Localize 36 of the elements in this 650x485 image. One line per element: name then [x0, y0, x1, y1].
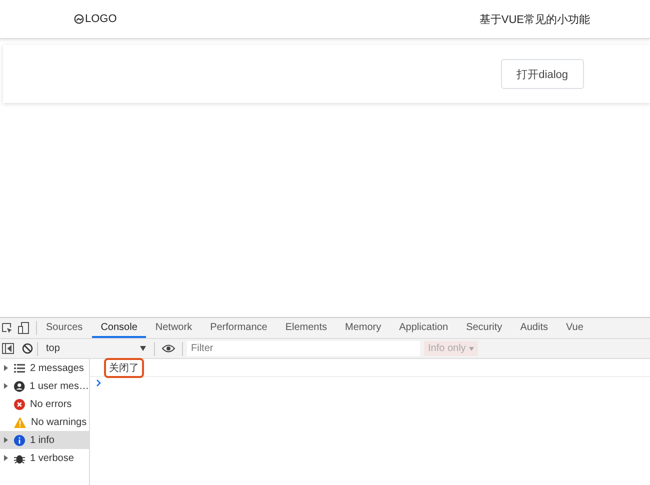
device-icon[interactable] — [18, 322, 29, 334]
prompt-icon[interactable] — [96, 379, 102, 387]
devtools-tab[interactable]: Performance — [201, 318, 276, 338]
open-dialog-button[interactable]: 打开dialog — [500, 59, 584, 89]
devtools-tab[interactable]: Audits — [511, 318, 557, 338]
error-icon — [14, 398, 25, 410]
sidebar-item[interactable]: No warnings — [0, 413, 89, 431]
sidebar-item[interactable]: 2 messages — [0, 359, 89, 377]
devtools-tab[interactable]: Security — [457, 318, 512, 338]
context-select[interactable]: top — [42, 343, 150, 354]
sidebar-item[interactable]: 1 user mes… — [0, 377, 89, 395]
caret-icon — [468, 346, 474, 350]
devtools-tab[interactable]: Sources — [37, 318, 92, 338]
sidebar-item[interactable]: No errors — [0, 395, 89, 413]
warning-icon — [14, 416, 26, 428]
devtools-tab[interactable]: Memory — [336, 318, 390, 338]
devtools-tab[interactable]: Vue — [556, 318, 592, 338]
sidebar-item[interactable]: 1 verbose — [0, 449, 89, 467]
bug-icon — [14, 452, 25, 464]
console-message: 关闭了 — [104, 358, 144, 378]
sidebar-item[interactable]: 1 info — [0, 431, 89, 449]
site-title: 基于VUE常见的小功能 — [479, 12, 590, 26]
filter-field[interactable]: Filter — [187, 341, 420, 356]
eye-icon[interactable] — [162, 344, 175, 353]
list-icon — [14, 364, 25, 372]
logo-text: LOGO — [85, 13, 117, 25]
user-icon — [14, 380, 25, 392]
caret-icon — [140, 346, 146, 351]
devtools-tab[interactable]: Network — [146, 318, 202, 338]
clear-icon[interactable] — [22, 343, 33, 354]
devtools-tab[interactable]: Elements — [276, 318, 336, 338]
logo-icon — [74, 14, 84, 24]
inspect-icon[interactable] — [2, 322, 13, 334]
sidebar-toggle-icon[interactable] — [2, 343, 14, 354]
info-icon — [14, 434, 25, 446]
devtools-tab[interactable]: Application — [390, 318, 458, 338]
